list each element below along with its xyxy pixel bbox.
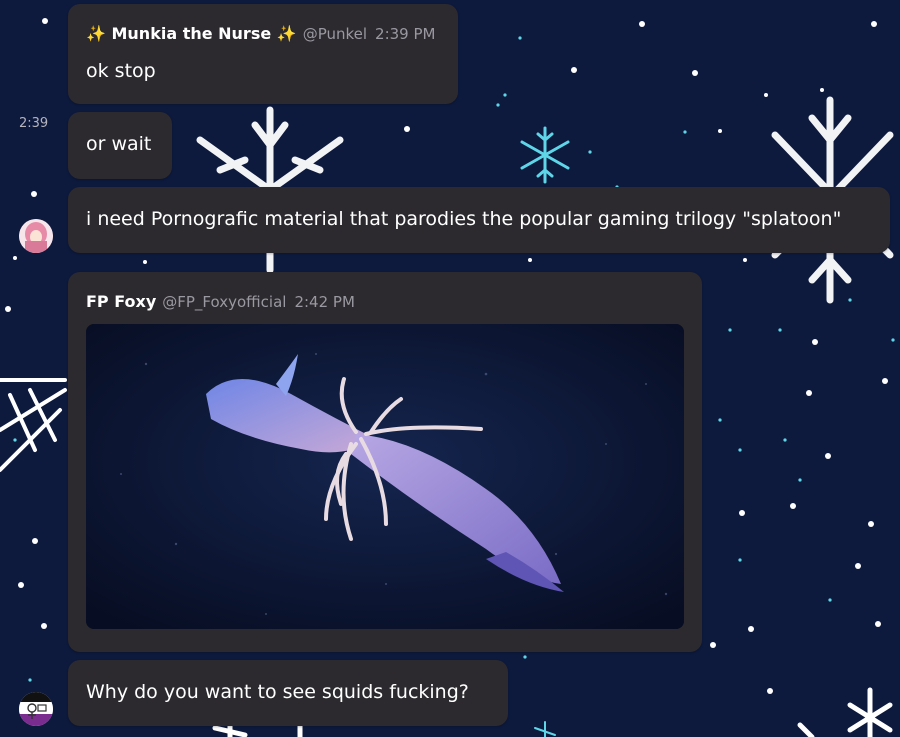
message-header: FP Foxy @FP_Foxyofficial 2:42 PM: [86, 292, 355, 311]
squid-photo[interactable]: [86, 324, 684, 629]
avatar-stick-figure: [19, 692, 53, 726]
message-bubble[interactable]: or wait: [68, 112, 172, 179]
message-bubble[interactable]: ✨ Munkia the Nurse ✨ @Punkel 2:39 PM ok st…: [68, 4, 458, 104]
message-text: ok stop: [86, 60, 156, 82]
avatar[interactable]: [19, 692, 53, 726]
hover-timestamp: 2:39: [19, 116, 49, 131]
author-handle: @FP_Foxyofficial: [162, 293, 287, 311]
message-bubble[interactable]: FP Foxy @FP_Foxyofficial 2:42 PM: [68, 272, 702, 652]
timestamp: 2:39 PM: [375, 25, 436, 43]
message-text: or wait: [86, 133, 152, 155]
message-header: ✨ Munkia the Nurse ✨ @Punkel 2:39 PM: [86, 24, 435, 43]
message-bubble[interactable]: i need Pornografic material that parodie…: [68, 187, 890, 253]
message-bubble[interactable]: Why do you want to see squids fucking?: [68, 660, 508, 726]
message-text: Why do you want to see squids fucking?: [86, 681, 469, 703]
avatar-pink-hair: [19, 219, 53, 253]
avatar[interactable]: [19, 219, 53, 253]
message-text: i need Pornografic material that parodie…: [86, 208, 842, 230]
squid-image: [86, 324, 684, 629]
timestamp: 2:42 PM: [294, 293, 355, 311]
author-name[interactable]: FP Foxy: [86, 292, 156, 311]
author-name[interactable]: ✨ Munkia the Nurse ✨: [86, 24, 297, 43]
author-handle: @Punkel: [302, 25, 368, 43]
